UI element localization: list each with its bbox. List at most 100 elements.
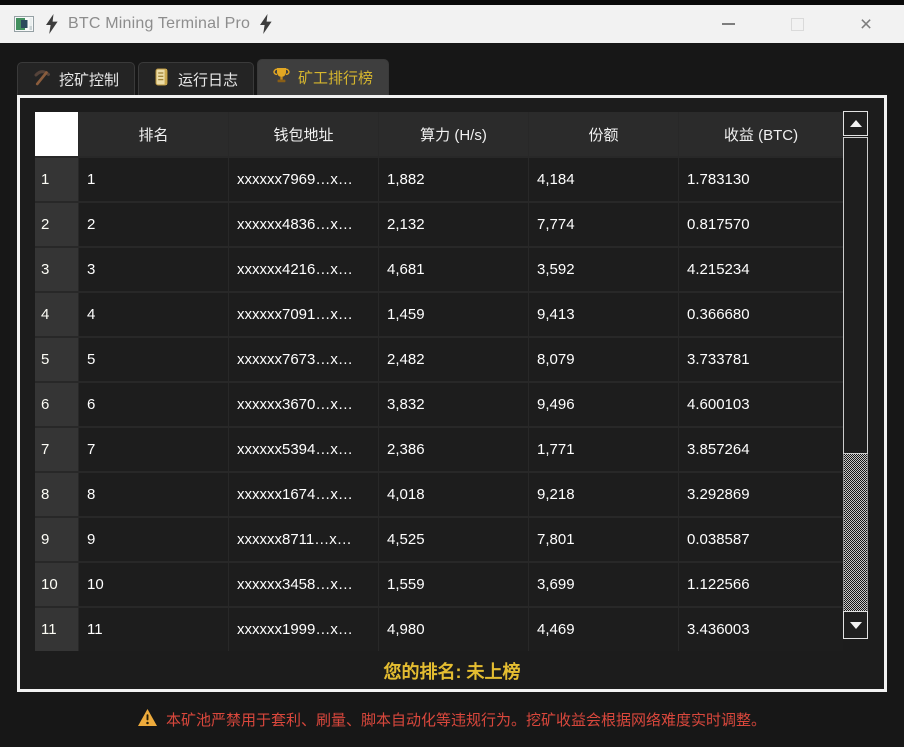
cell-wallet[interactable]: xxxxxx7673…x… (229, 338, 378, 381)
vertical-scrollbar[interactable] (843, 111, 868, 639)
cell-shares[interactable]: 9,413 (529, 293, 678, 336)
scrollbar-track[interactable] (843, 454, 868, 611)
cell-hashrate[interactable]: 2,482 (379, 338, 528, 381)
cell-hashrate[interactable]: 4,980 (379, 608, 528, 651)
cell-shares[interactable]: 8,079 (529, 338, 678, 381)
cell-rank[interactable]: 9 (79, 518, 228, 561)
cell-hashrate[interactable]: 2,386 (379, 428, 528, 471)
cell-rank[interactable]: 4 (79, 293, 228, 336)
cell-profit[interactable]: 4.215234 (679, 248, 843, 291)
cell-rank[interactable]: 8 (79, 473, 228, 516)
pickaxe-icon (33, 68, 51, 90)
arrow-up-icon (850, 120, 862, 127)
cell-rank[interactable]: 11 (79, 608, 228, 651)
cell-wallet[interactable]: xxxxxx1999…x… (229, 608, 378, 651)
row-number: 2 (35, 203, 78, 246)
row-number: 11 (35, 608, 78, 651)
cell-wallet[interactable]: xxxxxx7969…x… (229, 158, 378, 201)
maximize-icon (791, 18, 804, 31)
window-title: BTC Mining Terminal Pro (68, 15, 250, 33)
lightning-icon (46, 14, 58, 34)
cell-profit[interactable]: 3.857264 (679, 428, 843, 471)
scroll-icon (154, 68, 170, 90)
cell-shares[interactable]: 7,774 (529, 203, 678, 246)
cell-wallet[interactable]: xxxxxx4836…x… (229, 203, 378, 246)
cell-wallet[interactable]: xxxxxx3458…x… (229, 563, 378, 606)
tab-run-log[interactable]: 运行日志 (138, 62, 254, 95)
cell-rank[interactable]: 6 (79, 383, 228, 426)
app-window: BTC Mining Terminal Pro × 挖矿控制 (0, 0, 904, 747)
cell-rank[interactable]: 10 (79, 563, 228, 606)
tab-label: 挖矿控制 (59, 69, 119, 90)
maximize-button[interactable] (774, 5, 820, 43)
tab-mining-control[interactable]: 挖矿控制 (17, 62, 135, 95)
close-icon: × (860, 14, 872, 35)
tab-miner-leaderboard[interactable]: 矿工排行榜 (257, 59, 389, 95)
cell-shares[interactable]: 7,801 (529, 518, 678, 561)
row-number: 1 (35, 158, 78, 201)
minimize-icon (722, 23, 735, 25)
tab-label: 运行日志 (178, 69, 238, 90)
cell-shares[interactable]: 4,184 (529, 158, 678, 201)
column-header-rank[interactable]: 排名 (79, 112, 228, 156)
cell-profit[interactable]: 0.817570 (679, 203, 843, 246)
scroll-down-button[interactable] (843, 611, 868, 639)
cell-hashrate[interactable]: 1,882 (379, 158, 528, 201)
lightning-icon (260, 14, 272, 34)
cell-rank[interactable]: 1 (79, 158, 228, 201)
row-number: 4 (35, 293, 78, 336)
cell-profit[interactable]: 3.436003 (679, 608, 843, 651)
your-rank-label: 您的排名: 未上榜 (20, 658, 884, 684)
column-header-profit[interactable]: 收益 (BTC) (679, 112, 843, 156)
cell-profit[interactable]: 1.122566 (679, 563, 843, 606)
cell-hashrate[interactable]: 4,525 (379, 518, 528, 561)
row-number: 9 (35, 518, 78, 561)
cell-hashrate[interactable]: 2,132 (379, 203, 528, 246)
cell-hashrate[interactable]: 4,018 (379, 473, 528, 516)
cell-profit[interactable]: 1.783130 (679, 158, 843, 201)
cell-rank[interactable]: 3 (79, 248, 228, 291)
cell-wallet[interactable]: xxxxxx3670…x… (229, 383, 378, 426)
warning-text: 本矿池严禁用于套利、刷量、脚本自动化等违规行为。挖矿收益会根据网络难度实时调整。 (166, 709, 766, 730)
cell-profit[interactable]: 0.366680 (679, 293, 843, 336)
cell-shares[interactable]: 4,469 (529, 608, 678, 651)
column-header-wallet[interactable]: 钱包地址 (229, 112, 378, 156)
close-button[interactable]: × (843, 5, 889, 43)
cell-wallet[interactable]: xxxxxx5394…x… (229, 428, 378, 471)
trophy-icon (273, 67, 290, 88)
row-number: 7 (35, 428, 78, 471)
cell-shares[interactable]: 1,771 (529, 428, 678, 471)
cell-wallet[interactable]: xxxxxx8711…x… (229, 518, 378, 561)
table-corner-cell (35, 112, 78, 156)
cell-hashrate[interactable]: 1,559 (379, 563, 528, 606)
warning-bar: 本矿池严禁用于套利、刷量、脚本自动化等违规行为。挖矿收益会根据网络难度实时调整。 (0, 692, 904, 747)
warning-triangle-icon (138, 709, 157, 731)
row-number: 8 (35, 473, 78, 516)
row-number: 5 (35, 338, 78, 381)
scrollbar-thumb[interactable] (843, 137, 868, 454)
column-header-shares[interactable]: 份额 (529, 112, 678, 156)
cell-hashrate[interactable]: 1,459 (379, 293, 528, 336)
minimize-button[interactable] (705, 5, 751, 43)
column-header-hashrate[interactable]: 算力 (H/s) (379, 112, 528, 156)
cell-rank[interactable]: 5 (79, 338, 228, 381)
row-number: 10 (35, 563, 78, 606)
cell-shares[interactable]: 9,496 (529, 383, 678, 426)
cell-shares[interactable]: 3,592 (529, 248, 678, 291)
cell-rank[interactable]: 2 (79, 203, 228, 246)
scroll-up-button[interactable] (843, 111, 868, 136)
app-image-icon (14, 16, 34, 32)
arrow-down-icon (850, 622, 862, 629)
cell-profit[interactable]: 4.600103 (679, 383, 843, 426)
cell-profit[interactable]: 3.733781 (679, 338, 843, 381)
cell-profit[interactable]: 3.292869 (679, 473, 843, 516)
cell-shares[interactable]: 9,218 (529, 473, 678, 516)
cell-rank[interactable]: 7 (79, 428, 228, 471)
cell-wallet[interactable]: xxxxxx4216…x… (229, 248, 378, 291)
cell-shares[interactable]: 3,699 (529, 563, 678, 606)
cell-hashrate[interactable]: 4,681 (379, 248, 528, 291)
cell-wallet[interactable]: xxxxxx1674…x… (229, 473, 378, 516)
cell-hashrate[interactable]: 3,832 (379, 383, 528, 426)
cell-profit[interactable]: 0.038587 (679, 518, 843, 561)
cell-wallet[interactable]: xxxxxx7091…x… (229, 293, 378, 336)
